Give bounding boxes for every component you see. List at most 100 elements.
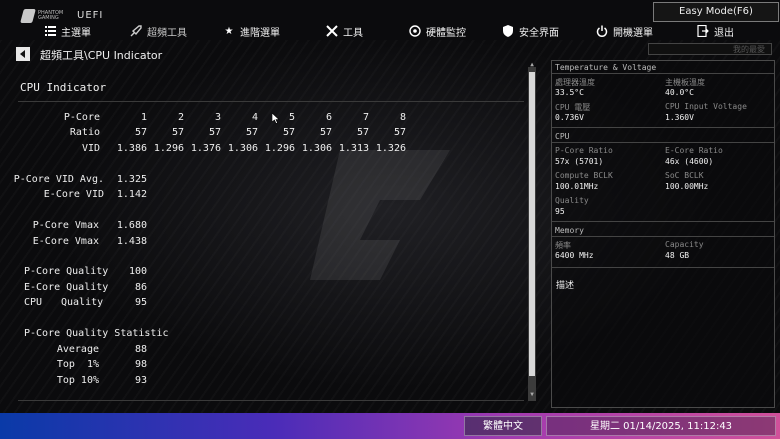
tab-tools[interactable]: 工具 [326, 22, 363, 40]
ecore-vid-value: 1.142 [116, 189, 147, 200]
tab-main-label: 主選單 [61, 27, 91, 39]
core-ratio: 57 [319, 127, 332, 138]
cpu-quality-value: 95 [134, 297, 147, 308]
core-number: 8 [399, 112, 406, 123]
quality-statistic-heading: P-Core Quality Statistic [24, 328, 169, 339]
tab-boot[interactable]: 開機選單 [596, 22, 653, 40]
ecore-vid-label: E-Core VID [43, 189, 104, 200]
easy-mode-button[interactable]: Easy Mode(F6) [653, 2, 779, 22]
compute-bclk-label: Compute BCLK [555, 171, 613, 180]
core-vid: 1.306 [227, 143, 258, 154]
soc-bclk-label: SoC BCLK [665, 171, 704, 180]
tab-advanced-label: 進階選單 [240, 27, 280, 39]
top10-label: Top 10% [56, 375, 99, 386]
panel-divider [552, 127, 774, 128]
back-arrow-icon [20, 50, 25, 58]
description-heading: 描述 [556, 281, 575, 291]
core-ratio: 57 [171, 127, 184, 138]
soc-bclk-value: 100.00MHz [665, 182, 709, 191]
quality-label: Quality [555, 196, 589, 205]
pcore-vmax-value: 1.680 [116, 220, 147, 231]
core-number: 7 [362, 112, 369, 123]
quality-value: 95 [555, 207, 565, 216]
tab-exit[interactable]: 退出 [697, 22, 734, 40]
ratio-label: Ratio [69, 127, 100, 138]
tab-boot-label: 開機選單 [613, 27, 653, 39]
tab-oc-tweaker[interactable]: 超頻工具 [130, 22, 187, 40]
ecore-quality-value: 86 [134, 282, 147, 293]
brand-line2: GAMING [38, 15, 59, 21]
pcore-ratio-label: P-Core Ratio [555, 146, 613, 155]
exit-icon [697, 25, 709, 37]
mb-temp-value: 40.0°C [665, 88, 694, 97]
tab-security[interactable]: 安全界面 [502, 22, 559, 40]
favorites-search-input[interactable]: 我的最愛 [648, 43, 772, 55]
phantom-gaming-watermark-icon [310, 150, 450, 280]
tab-exit-label: 退出 [714, 27, 734, 39]
core-ratio: 57 [134, 127, 147, 138]
core-ratio: 57 [393, 127, 406, 138]
cpu-quality-label: Quality [61, 297, 104, 308]
section-title: CPU Indicator [20, 81, 107, 94]
pcore-header-label: P-Core [63, 112, 100, 123]
freq-label: 頻率 [555, 241, 571, 250]
average-label: Average [56, 344, 99, 355]
ecore-vmax-label: E-Core Vmax [32, 236, 99, 247]
core-vid: 1.296 [153, 143, 184, 154]
power-icon [596, 25, 608, 37]
memory-header: Memory [555, 226, 584, 235]
core-number: 4 [251, 112, 258, 123]
tab-hw-monitor[interactable]: 硬體監控 [409, 22, 466, 40]
shield-icon [502, 25, 514, 37]
top-bar: PHANTOM GAMING UEFI Easy Mode(F6) 主選單 超頻… [0, 0, 780, 42]
bottom-divider [18, 400, 524, 401]
cpu-voltage-label: CPU 電壓 [555, 103, 591, 112]
uefi-label: UEFI [77, 10, 104, 21]
rocket-icon [130, 25, 142, 37]
scrollbar-thumb[interactable] [529, 72, 535, 376]
core-vid: 1.326 [375, 143, 406, 154]
core-vid: 1.313 [338, 143, 369, 154]
section-divider [18, 101, 524, 102]
core-ratio: 57 [356, 127, 369, 138]
ecore-ratio-value: 46x (4600) [665, 157, 714, 166]
scroll-down-arrow-icon[interactable]: ▼ [528, 392, 536, 398]
core-number: 3 [214, 112, 221, 123]
pcore-quality-value: 100 [128, 266, 147, 277]
top1-label: Top 1% [56, 359, 99, 370]
cpu-header: CPU [555, 132, 570, 141]
average-value: 88 [134, 344, 147, 355]
ecore-ratio-label: E-Core Ratio [665, 146, 723, 155]
tab-security-label: 安全界面 [519, 27, 559, 39]
cpu-input-voltage-value: 1.360V [665, 113, 694, 122]
capacity-label: Capacity [665, 240, 704, 249]
top10-value: 93 [134, 375, 147, 386]
core-number: 1 [140, 112, 147, 123]
core-number: 2 [177, 112, 184, 123]
panel-divider [552, 73, 774, 74]
main-tabs: 主選單 超頻工具 ★ 進階選單 工具 硬體監控 安全界面 開機選單 退出 [0, 22, 780, 40]
cpu-temp-value: 33.5°C [555, 88, 584, 97]
tab-main[interactable]: 主選單 [44, 22, 91, 40]
pcore-quality-label: P-Core Quality [24, 266, 109, 277]
cpu-quality-cpu-label: CPU [24, 297, 43, 308]
vid-label: VID [81, 143, 100, 154]
pcore-vmax-label: P-Core Vmax [32, 220, 99, 231]
scroll-up-arrow-icon[interactable]: ▲ [528, 62, 536, 68]
mb-temp-label: 主機板溫度 [665, 78, 705, 87]
pcore-vid-avg-label: P-Core VID Avg. [13, 174, 104, 185]
tab-tools-label: 工具 [343, 27, 363, 39]
back-button[interactable] [16, 47, 30, 61]
language-button[interactable]: 繁體中文 [464, 416, 542, 436]
tab-advanced[interactable]: ★ 進階選單 [223, 22, 280, 40]
panel-divider [552, 221, 774, 222]
compute-bclk-value: 100.01MHz [555, 182, 599, 191]
logo-mark-icon [20, 9, 36, 23]
core-vid: 1.376 [190, 143, 221, 154]
core-vid: 1.386 [116, 143, 147, 154]
cpu-voltage-value: 0.736V [555, 113, 584, 122]
core-vid: 1.296 [264, 143, 295, 154]
capacity-value: 48 GB [665, 251, 690, 260]
panel-divider [552, 267, 774, 268]
pcore-vid-avg-value: 1.325 [116, 174, 147, 185]
